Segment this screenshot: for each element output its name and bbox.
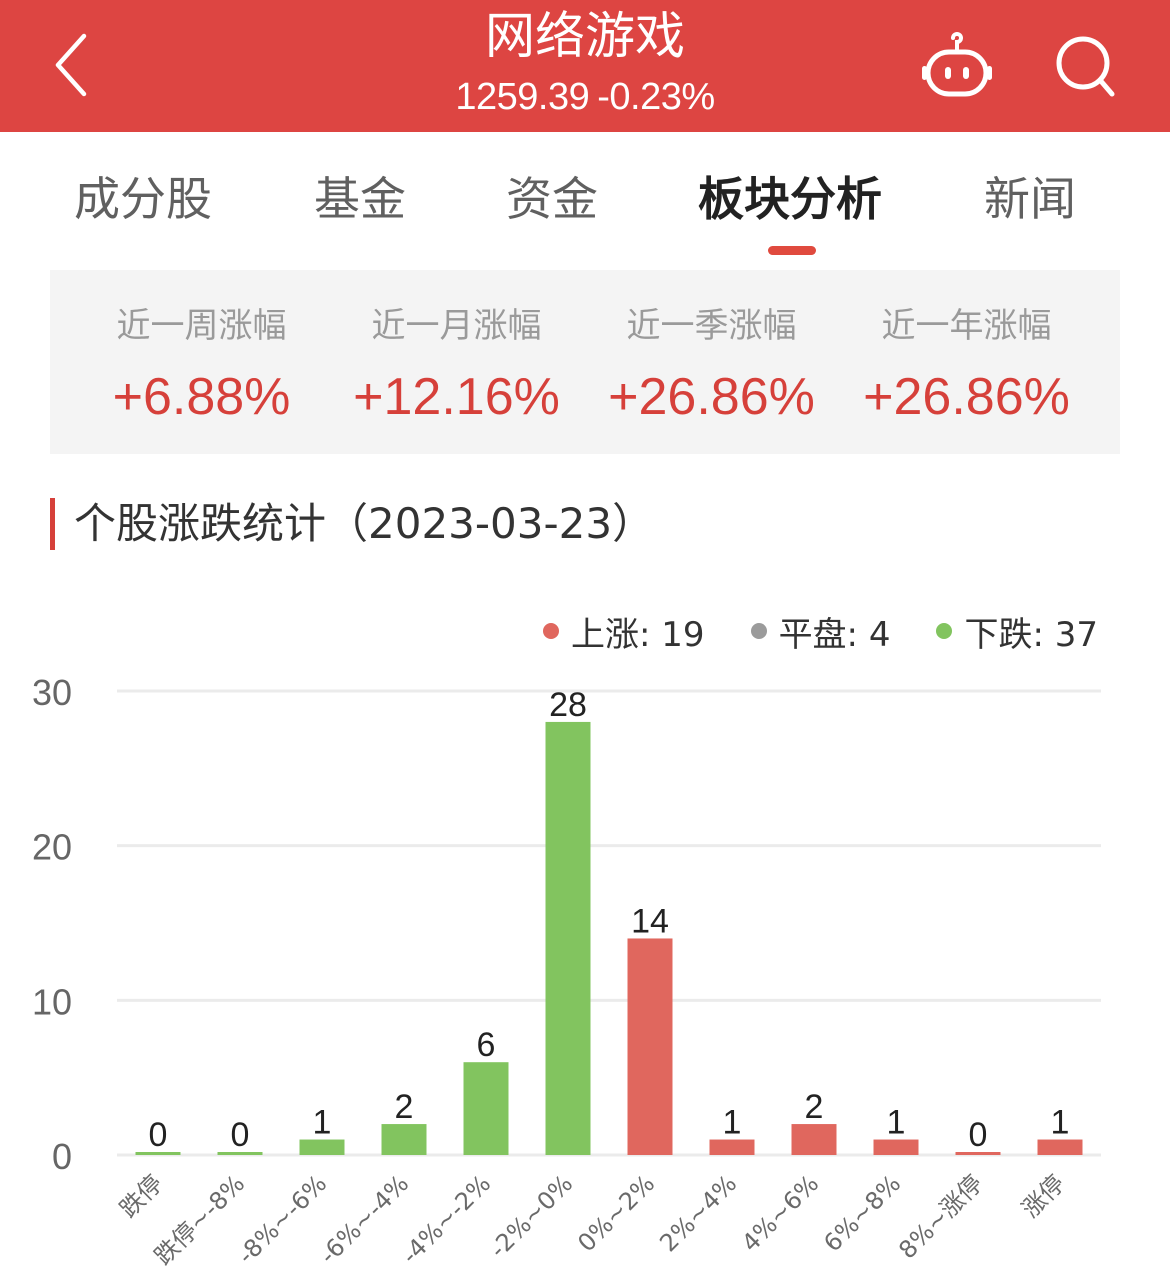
perf-month: 近一月涨幅 +12.16% xyxy=(329,270,584,454)
perf-label: 近一周涨幅 xyxy=(116,306,287,346)
robot-assistant-button[interactable] xyxy=(918,30,996,100)
bar xyxy=(873,1139,919,1155)
legend-label: 平盘: 4 xyxy=(778,614,891,655)
x-tick-label: 涨停 xyxy=(1017,1169,1071,1223)
perf-label: 近一年涨幅 xyxy=(881,306,1052,346)
bar xyxy=(709,1139,755,1155)
tab-news[interactable]: 新闻 xyxy=(984,170,1076,228)
legend-label: 上涨: 19 xyxy=(571,614,705,655)
perf-label: 近一季涨幅 xyxy=(626,306,797,346)
x-tick-label: 跌停~-8% xyxy=(149,1169,250,1270)
performance-summary: 近一周涨幅 +6.88% 近一月涨幅 +12.16% 近一季涨幅 +26.86%… xyxy=(50,270,1120,454)
section-title: 个股涨跌统计（2023-03-23） xyxy=(74,499,655,548)
y-tick-label: 10 xyxy=(32,981,72,1022)
tab-bar: 成分股 基金 资金 板块分析 新闻 xyxy=(0,132,1170,260)
bar-chart-svg: 01020300跌停0跌停~-8%1-8%~-6%2-6%~-4%6-4%~-2… xyxy=(32,672,1101,1270)
index-value: 1259.39 xyxy=(455,76,590,118)
bar-value-label: 2 xyxy=(805,1088,824,1126)
tab-sector-analysis[interactable]: 板块分析 xyxy=(698,170,882,228)
active-tab-indicator xyxy=(768,246,816,255)
legend-dot-flat xyxy=(750,623,767,639)
legend-flat: 平盘: 4 xyxy=(750,607,891,656)
bar-value-label: 1 xyxy=(313,1104,332,1142)
perf-value: +26.86% xyxy=(608,368,815,426)
tab-capital[interactable]: 资金 xyxy=(506,170,598,228)
x-tick-label: 跌停 xyxy=(115,1169,169,1223)
bar xyxy=(1037,1139,1083,1155)
distribution-chart: 0 10 20 30 0 跌停 0 跌停~-8% 1 -8%~-6% 2 -6%~-4% 6 -4%~-2… xyxy=(0,660,1170,1287)
perf-year: 近一年涨幅 +26.86% xyxy=(839,270,1094,454)
bar xyxy=(545,721,591,1155)
x-tick-label: 2%~4% xyxy=(654,1169,742,1257)
x-tick-label: -2%~0% xyxy=(484,1169,578,1263)
perf-quarter: 近一季涨幅 +26.86% xyxy=(584,270,839,454)
index-change: -0.23% xyxy=(597,76,715,118)
x-tick-label: -8%~-6% xyxy=(232,1169,332,1269)
app-header: 网络游戏 1259.39 -0.23% xyxy=(0,0,1170,132)
bar xyxy=(627,938,673,1155)
x-tick-label: -4%~-2% xyxy=(396,1169,496,1269)
perf-value: +12.16% xyxy=(353,368,560,426)
legend-dot-up xyxy=(543,623,560,639)
perf-value: +6.88% xyxy=(112,368,291,426)
bar xyxy=(381,1124,427,1155)
bar-value-label: 14 xyxy=(631,902,669,940)
perf-week: 近一周涨幅 +6.88% xyxy=(74,270,329,454)
x-tick-label: 0%~2% xyxy=(572,1169,660,1257)
legend-dot-down xyxy=(936,623,953,639)
tab-funds[interactable]: 基金 xyxy=(314,170,406,228)
bar-value-label: 1 xyxy=(723,1104,742,1142)
x-tick-label: 8%~涨停 xyxy=(893,1169,988,1264)
bar-value-label: 6 xyxy=(477,1026,496,1064)
y-tick-label: 20 xyxy=(32,827,72,868)
bar xyxy=(791,1124,837,1155)
y-tick-label: 0 xyxy=(52,1136,72,1177)
x-tick-label: -6%~-4% xyxy=(314,1169,414,1269)
x-tick-label: 4%~6% xyxy=(736,1169,824,1257)
perf-label: 近一月涨幅 xyxy=(371,306,542,346)
legend-up: 上涨: 19 xyxy=(543,607,705,656)
search-icon xyxy=(1056,36,1115,97)
bar-value-label: 1 xyxy=(887,1104,906,1142)
bar-value-label: 0 xyxy=(149,1116,168,1154)
bar-value-label: 0 xyxy=(231,1116,250,1154)
bar-value-label: 0 xyxy=(969,1116,988,1154)
bar-value-label: 28 xyxy=(549,686,587,724)
legend-label: 下跌: 37 xyxy=(964,614,1098,655)
tab-constituents[interactable]: 成分股 xyxy=(74,170,212,228)
y-tick-label: 30 xyxy=(32,672,72,713)
bar-value-label: 1 xyxy=(1051,1104,1070,1142)
legend-down: 下跌: 37 xyxy=(936,607,1098,656)
section-accent-bar xyxy=(50,498,55,550)
bar-value-label: 2 xyxy=(395,1088,414,1126)
search-button[interactable] xyxy=(1050,32,1120,98)
bar xyxy=(463,1062,509,1155)
bar xyxy=(299,1139,345,1155)
perf-value: +26.86% xyxy=(863,368,1070,426)
robot-assistant-icon xyxy=(922,32,992,97)
chart-legend: 上涨: 19 平盘: 4 下跌: 37 xyxy=(497,607,1098,656)
